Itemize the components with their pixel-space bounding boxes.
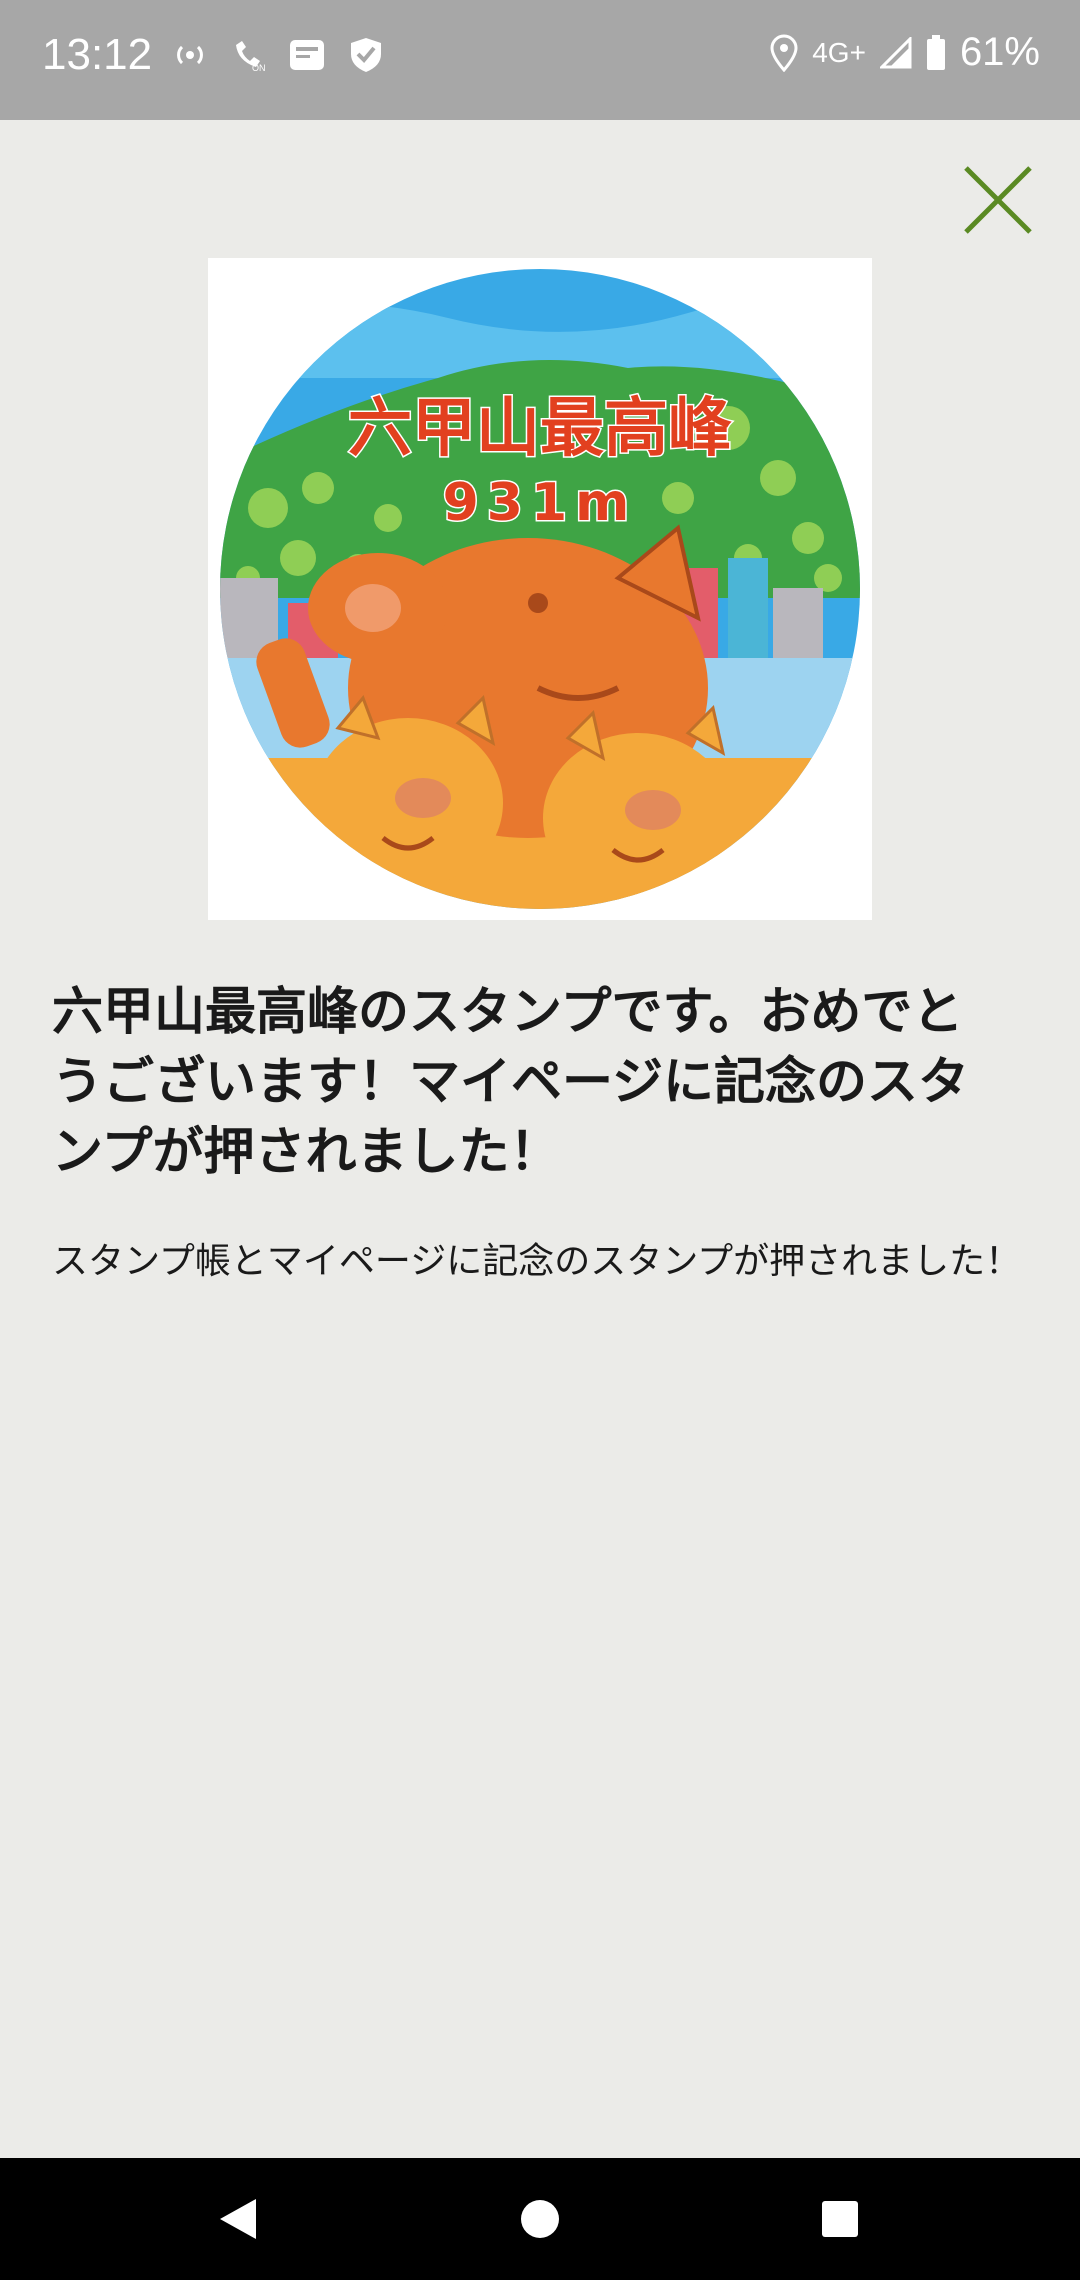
shield-check-icon xyxy=(351,38,381,72)
status-icons-right: 4G+ 61% xyxy=(770,30,1040,75)
location-pin-icon xyxy=(770,33,798,72)
back-icon xyxy=(220,2199,256,2239)
stamp-image: 六甲山最高峰 931m xyxy=(208,258,872,920)
status-bar: 13:12 ON 4G+ 61% xyxy=(0,0,1080,120)
stamp-heading: 六甲山最高峰のスタンプです。おめでとうございます！マイページに記念のスタンプが押… xyxy=(52,983,969,1182)
stamp-title: 六甲山最高峰 xyxy=(348,392,732,466)
stamp-description: スタンプ帳とマイページに記念のスタンプが押されました！ xyxy=(52,1241,1022,1282)
home-icon xyxy=(521,2200,559,2238)
sim-card-icon xyxy=(290,40,324,70)
broadcast-icon xyxy=(177,45,203,65)
close-icon xyxy=(964,166,1032,234)
wifi-calling-icon: ON xyxy=(236,41,266,73)
home-button[interactable] xyxy=(480,2158,600,2280)
recents-icon xyxy=(822,2201,858,2237)
status-icons-left: ON xyxy=(172,36,384,74)
signal-icon xyxy=(879,36,912,68)
back-button[interactable] xyxy=(178,2158,298,2280)
network-type: 4G+ xyxy=(812,36,866,68)
battery-icon xyxy=(926,34,945,70)
close-button[interactable] xyxy=(960,162,1036,238)
svg-text:ON: ON xyxy=(252,63,266,73)
status-time: 13:12 xyxy=(42,30,153,79)
battery-percent: 61% xyxy=(959,30,1040,74)
stamp-illustration: 六甲山最高峰 931m xyxy=(220,269,860,909)
recents-button[interactable] xyxy=(780,2158,900,2280)
stamp-elevation: 931m xyxy=(443,473,638,533)
navigation-bar xyxy=(0,2158,1080,2280)
